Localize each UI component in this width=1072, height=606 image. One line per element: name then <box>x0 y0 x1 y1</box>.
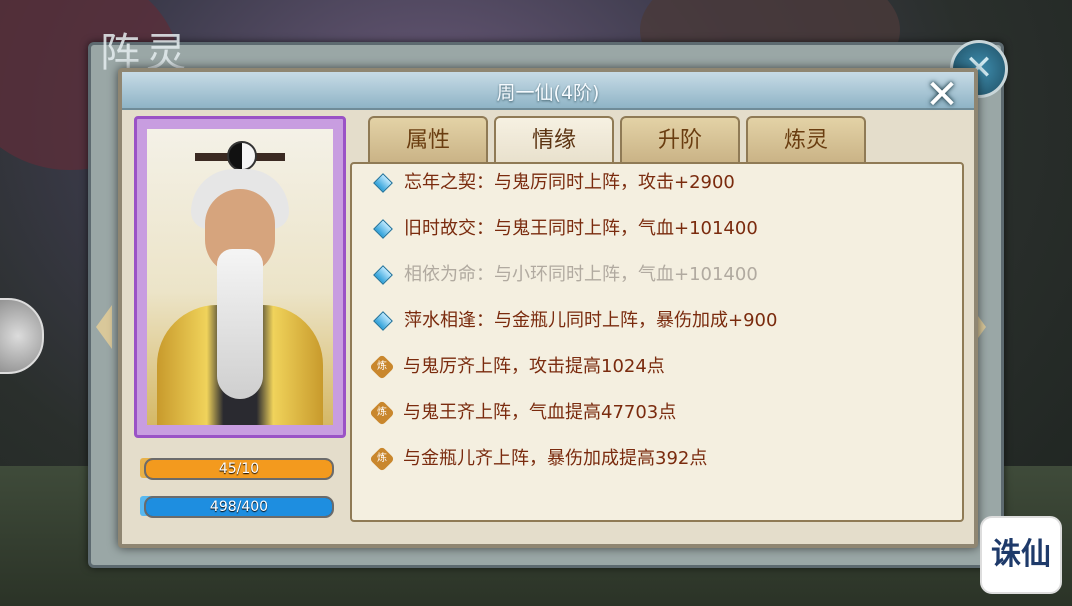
bond-text: 与鬼厉齐上阵，攻击提高1024点 <box>403 356 665 377</box>
bond-row: 萍水相逢：与金瓶儿同时上阵，暴伤加成+900 <box>370 306 777 336</box>
dialog-titlebar: 周一仙(4阶) <box>122 72 974 110</box>
tab-attributes[interactable]: 属性 <box>368 116 488 164</box>
bond-row: 旧时故交：与鬼王同时上阵，气血+101400 <box>370 214 758 244</box>
bond-text: 旧时故交：与鬼王同时上阵，气血+101400 <box>404 218 758 239</box>
exp-bar-text: 498/400 <box>209 499 269 515</box>
tab-refine[interactable]: 炼灵 <box>746 116 866 164</box>
refine-badge-icon: 炼 <box>369 354 395 380</box>
exp-bar: 498/400 <box>144 496 334 518</box>
bond-text: 萍水相逢：与金瓶儿同时上阵，暴伤加成+900 <box>404 310 778 331</box>
bond-row: 炼与金瓶儿齐上阵，暴伤加成提高392点 <box>369 444 708 474</box>
game-logo: 诛仙 <box>980 516 1062 594</box>
companion-dialog: 周一仙(4阶) ✕ 45/10 498/400 属性 情缘 升阶 炼灵 忘年之契… <box>118 68 978 548</box>
prev-arrow-icon[interactable] <box>96 305 112 349</box>
bond-text: 忘年之契：与鬼厉同时上阵，攻击+2900 <box>404 172 735 193</box>
bond-text: 与金瓶儿齐上阵，暴伤加成提高392点 <box>403 448 708 469</box>
tab-upgrade[interactable]: 升阶 <box>620 116 740 164</box>
diamond-icon <box>373 311 393 331</box>
level-bar: 45/10 <box>144 458 334 480</box>
taiji-icon <box>227 141 257 171</box>
diamond-icon <box>373 219 393 239</box>
refine-badge-icon: 炼 <box>369 400 395 426</box>
bond-row: 忘年之契：与鬼厉同时上阵，攻击+2900 <box>370 168 735 198</box>
character-portrait <box>134 116 346 438</box>
refine-badge-icon: 炼 <box>369 446 395 472</box>
bond-text: 相依为命：与小环同时上阵，气血+101400 <box>404 264 758 285</box>
bond-row: 炼与鬼王齐上阵，气血提高47703点 <box>369 398 677 428</box>
bond-row: 炼与鬼厉齐上阵，攻击提高1024点 <box>369 352 665 382</box>
dialog-title: 周一仙(4阶) <box>496 82 600 104</box>
close-icon[interactable]: ✕ <box>922 75 962 115</box>
diamond-icon <box>373 173 393 193</box>
diamond-icon <box>373 265 393 285</box>
bond-list-panel: 忘年之契：与鬼厉同时上阵，攻击+2900 旧时故交：与鬼王同时上阵，气血+101… <box>350 162 964 522</box>
level-bar-text: 45/10 <box>218 461 260 477</box>
bond-text: 与鬼王齐上阵，气血提高47703点 <box>403 402 677 423</box>
bond-row: 相依为命：与小环同时上阵，气血+101400 <box>370 260 758 290</box>
portrait-image <box>147 129 333 425</box>
side-menu-button[interactable] <box>0 298 44 374</box>
tab-bonds[interactable]: 情缘 <box>494 116 614 164</box>
